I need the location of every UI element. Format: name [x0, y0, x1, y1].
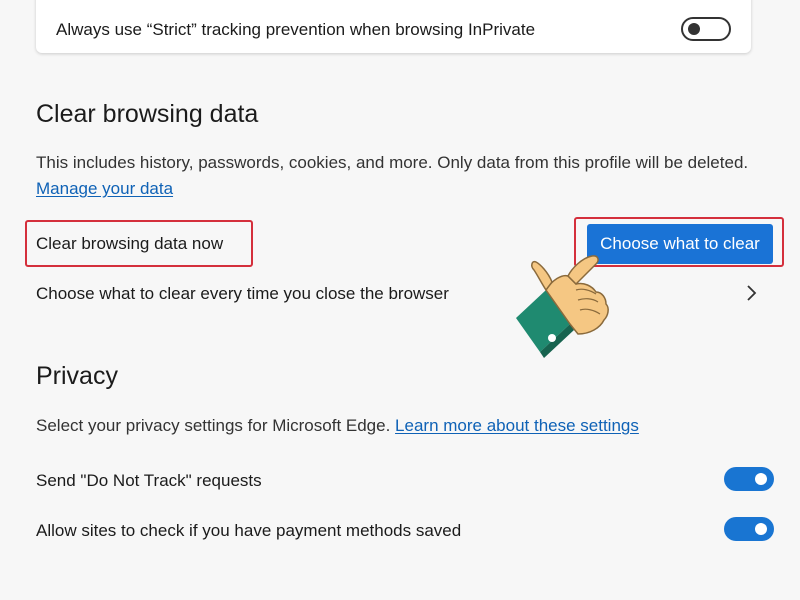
clear-browsing-description: This includes history, passwords, cookie… — [36, 153, 749, 172]
toggle-knob — [688, 23, 700, 35]
clear-browsing-now-label: Clear browsing data now — [36, 234, 224, 253]
chevron-right-icon[interactable] — [744, 284, 758, 307]
payment-methods-toggle[interactable] — [724, 517, 774, 541]
strict-tracking-toggle[interactable] — [681, 17, 731, 41]
manage-your-data-link[interactable]: Manage your data — [36, 179, 173, 198]
do-not-track-label: Send "Do Not Track" requests — [36, 471, 262, 490]
pointing-hand-icon — [512, 254, 632, 369]
learn-more-link[interactable]: Learn more about these settings — [395, 416, 639, 435]
clear-on-close-label[interactable]: Choose what to clear every time you clos… — [36, 284, 449, 304]
privacy-description: Select your privacy settings for Microso… — [36, 416, 391, 435]
privacy-title: Privacy — [36, 362, 118, 390]
privacy-description-row: Select your privacy settings for Microso… — [36, 416, 639, 436]
strict-tracking-label: Always use “Strict” tracking prevention … — [56, 20, 536, 39]
toggle-knob — [755, 523, 767, 535]
do-not-track-toggle[interactable] — [724, 467, 774, 491]
strict-tracking-card: Always use “Strict” tracking prevention … — [36, 0, 751, 53]
toggle-knob — [755, 473, 767, 485]
payment-methods-label: Allow sites to check if you have payment… — [36, 521, 462, 540]
clear-browsing-title: Clear browsing data — [36, 100, 259, 128]
